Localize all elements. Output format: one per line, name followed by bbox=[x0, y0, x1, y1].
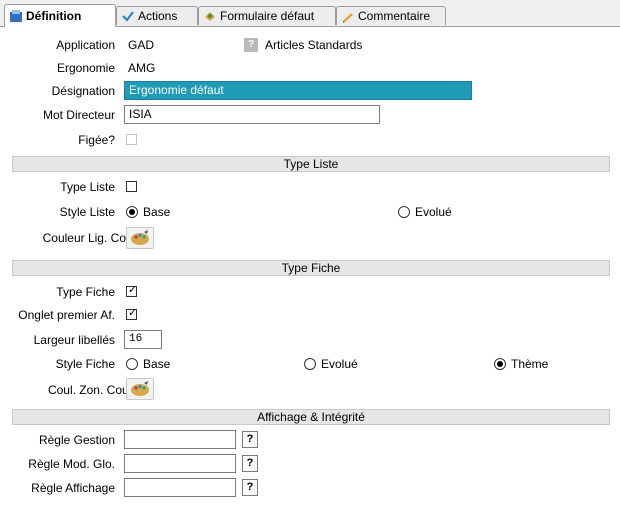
style-fiche-evolue-radio[interactable] bbox=[304, 358, 316, 370]
largeur-libelles-label: Largeur libellés bbox=[33, 333, 115, 347]
style-fiche-theme-label: Thème bbox=[511, 357, 549, 371]
tab-actions[interactable]: Actions bbox=[116, 6, 198, 25]
regle-gestion-help-button[interactable]: ? bbox=[242, 431, 258, 448]
figee-checkbox[interactable] bbox=[126, 134, 137, 145]
tab-bar: Définition Actions Formulaire défaut Com… bbox=[0, 0, 620, 27]
check-icon bbox=[121, 9, 135, 23]
definition-icon bbox=[9, 9, 23, 23]
coul-zon-button[interactable] bbox=[126, 378, 154, 400]
type-liste-label: Type Liste bbox=[60, 180, 115, 194]
onglet-premier-checkbox[interactable]: ✓ bbox=[126, 307, 138, 320]
coul-zon-label: Coul. Zon. Cou. bbox=[47, 383, 132, 397]
style-liste-label: Style Liste bbox=[59, 205, 115, 219]
regle-gestion-label: Règle Gestion bbox=[38, 433, 115, 447]
style-fiche-theme-radio[interactable] bbox=[494, 358, 506, 370]
style-liste-evolue-label: Evolué bbox=[415, 205, 452, 219]
tab-formulaire-defaut[interactable]: Formulaire défaut bbox=[198, 6, 336, 25]
style-liste-base-radio[interactable] bbox=[126, 206, 138, 218]
section-type-liste: Type Liste bbox=[12, 156, 610, 172]
style-liste-base-label: Base bbox=[143, 205, 171, 219]
regle-affichage-input[interactable] bbox=[124, 478, 236, 497]
regle-mod-glo-input[interactable] bbox=[124, 454, 236, 473]
application-value: GAD bbox=[128, 38, 155, 52]
regle-affichage-label: Règle Affichage bbox=[31, 481, 115, 495]
section-type-fiche: Type Fiche bbox=[12, 260, 610, 276]
type-liste-checkbox[interactable] bbox=[126, 181, 137, 192]
regle-gestion-input[interactable] bbox=[124, 430, 236, 449]
mot-directeur-label: Mot Directeur bbox=[42, 108, 115, 122]
tab-label: Actions bbox=[138, 9, 178, 23]
couleur-lig-label: Couleur Lig. Cou. bbox=[42, 231, 136, 245]
tab-definition[interactable]: Définition bbox=[4, 4, 116, 27]
comment-icon bbox=[341, 9, 355, 23]
largeur-libelles-input[interactable]: 16 bbox=[124, 330, 162, 349]
tab-label: Formulaire défaut bbox=[220, 9, 315, 23]
application-label: Application bbox=[56, 38, 115, 52]
figee-label: Figée? bbox=[78, 133, 115, 147]
section-affichage-integrite: Affichage & Intégrité bbox=[12, 409, 610, 425]
designation-input[interactable]: Ergonomie défaut bbox=[124, 81, 472, 100]
couleur-lig-button[interactable] bbox=[126, 227, 154, 249]
ergonomie-value: AMG bbox=[128, 61, 156, 75]
regle-affichage-help-button[interactable]: ? bbox=[242, 479, 258, 496]
type-fiche-checkbox[interactable]: ✓ bbox=[126, 284, 138, 297]
style-fiche-base-label: Base bbox=[143, 357, 171, 371]
palette-icon bbox=[131, 381, 149, 396]
style-liste-evolue-radio[interactable] bbox=[398, 206, 410, 218]
tab-commentaire[interactable]: Commentaire bbox=[336, 6, 446, 25]
tab-label: Définition bbox=[26, 9, 82, 23]
definition-panel: Application GAD ? Articles Standards Erg… bbox=[0, 27, 620, 506]
regle-mod-glo-help-button[interactable]: ? bbox=[242, 455, 258, 472]
style-fiche-base-radio[interactable] bbox=[126, 358, 138, 370]
style-fiche-label: Style Fiche bbox=[55, 357, 115, 371]
designation-label: Désignation bbox=[51, 84, 115, 98]
palette-icon bbox=[131, 230, 149, 245]
check-mark-icon: ✓ bbox=[128, 284, 138, 296]
ergonomie-label: Ergonomie bbox=[56, 61, 115, 75]
check-mark-icon: ✓ bbox=[128, 307, 138, 319]
tab-label: Commentaire bbox=[358, 9, 431, 23]
mot-directeur-input[interactable]: ISIA bbox=[124, 105, 380, 124]
help-icon: ? bbox=[244, 38, 258, 52]
form-icon bbox=[203, 9, 217, 23]
style-fiche-evolue-label: Evolué bbox=[321, 357, 358, 371]
type-fiche-label: Type Fiche bbox=[56, 285, 115, 299]
articles-standards-label: Articles Standards bbox=[265, 38, 363, 52]
onglet-premier-label: Onglet premier Af. bbox=[18, 308, 115, 322]
regle-mod-glo-label: Règle Mod. Glo. bbox=[28, 457, 115, 471]
